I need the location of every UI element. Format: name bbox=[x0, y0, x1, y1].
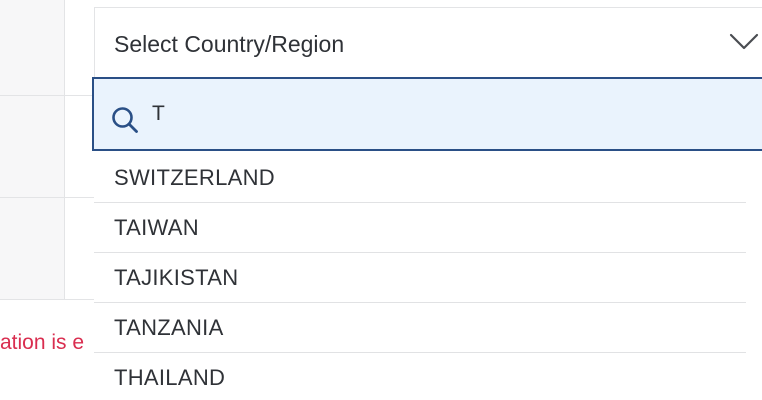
form-row-divider bbox=[0, 197, 94, 198]
country-region-select[interactable]: Select Country/Region bbox=[94, 7, 762, 77]
form-row-divider bbox=[0, 299, 94, 300]
country-option-label: SWITZERLAND bbox=[114, 165, 275, 190]
form-row-divider bbox=[0, 95, 94, 96]
country-option[interactable]: THAILAND bbox=[94, 353, 746, 400]
country-options-list[interactable]: SWITZERLAND TAIWAN TAJIKISTAN TANZANIA T… bbox=[94, 153, 762, 400]
country-option-label: TAIWAN bbox=[114, 215, 199, 240]
page: ation is e Select Country/Region T SWITZ… bbox=[0, 0, 762, 400]
country-option[interactable]: TAIWAN bbox=[94, 203, 746, 253]
country-option-label: THAILAND bbox=[114, 365, 226, 390]
country-option-label: TAJIKISTAN bbox=[114, 265, 239, 290]
country-option[interactable]: SWITZERLAND bbox=[94, 153, 746, 203]
country-option-label: TANZANIA bbox=[114, 315, 224, 340]
country-search-input[interactable]: T bbox=[92, 77, 762, 151]
search-query[interactable]: T bbox=[152, 101, 165, 127]
country-option[interactable]: TAJIKISTAN bbox=[94, 253, 746, 303]
search-icon bbox=[112, 107, 138, 133]
validation-error-text: ation is e bbox=[0, 331, 85, 354]
form-label-column bbox=[0, 0, 64, 300]
chevron-down-icon[interactable] bbox=[729, 30, 759, 54]
select-placeholder: Select Country/Region bbox=[114, 31, 345, 57]
form-column-divider bbox=[64, 0, 65, 300]
country-option[interactable]: TANZANIA bbox=[94, 303, 746, 353]
